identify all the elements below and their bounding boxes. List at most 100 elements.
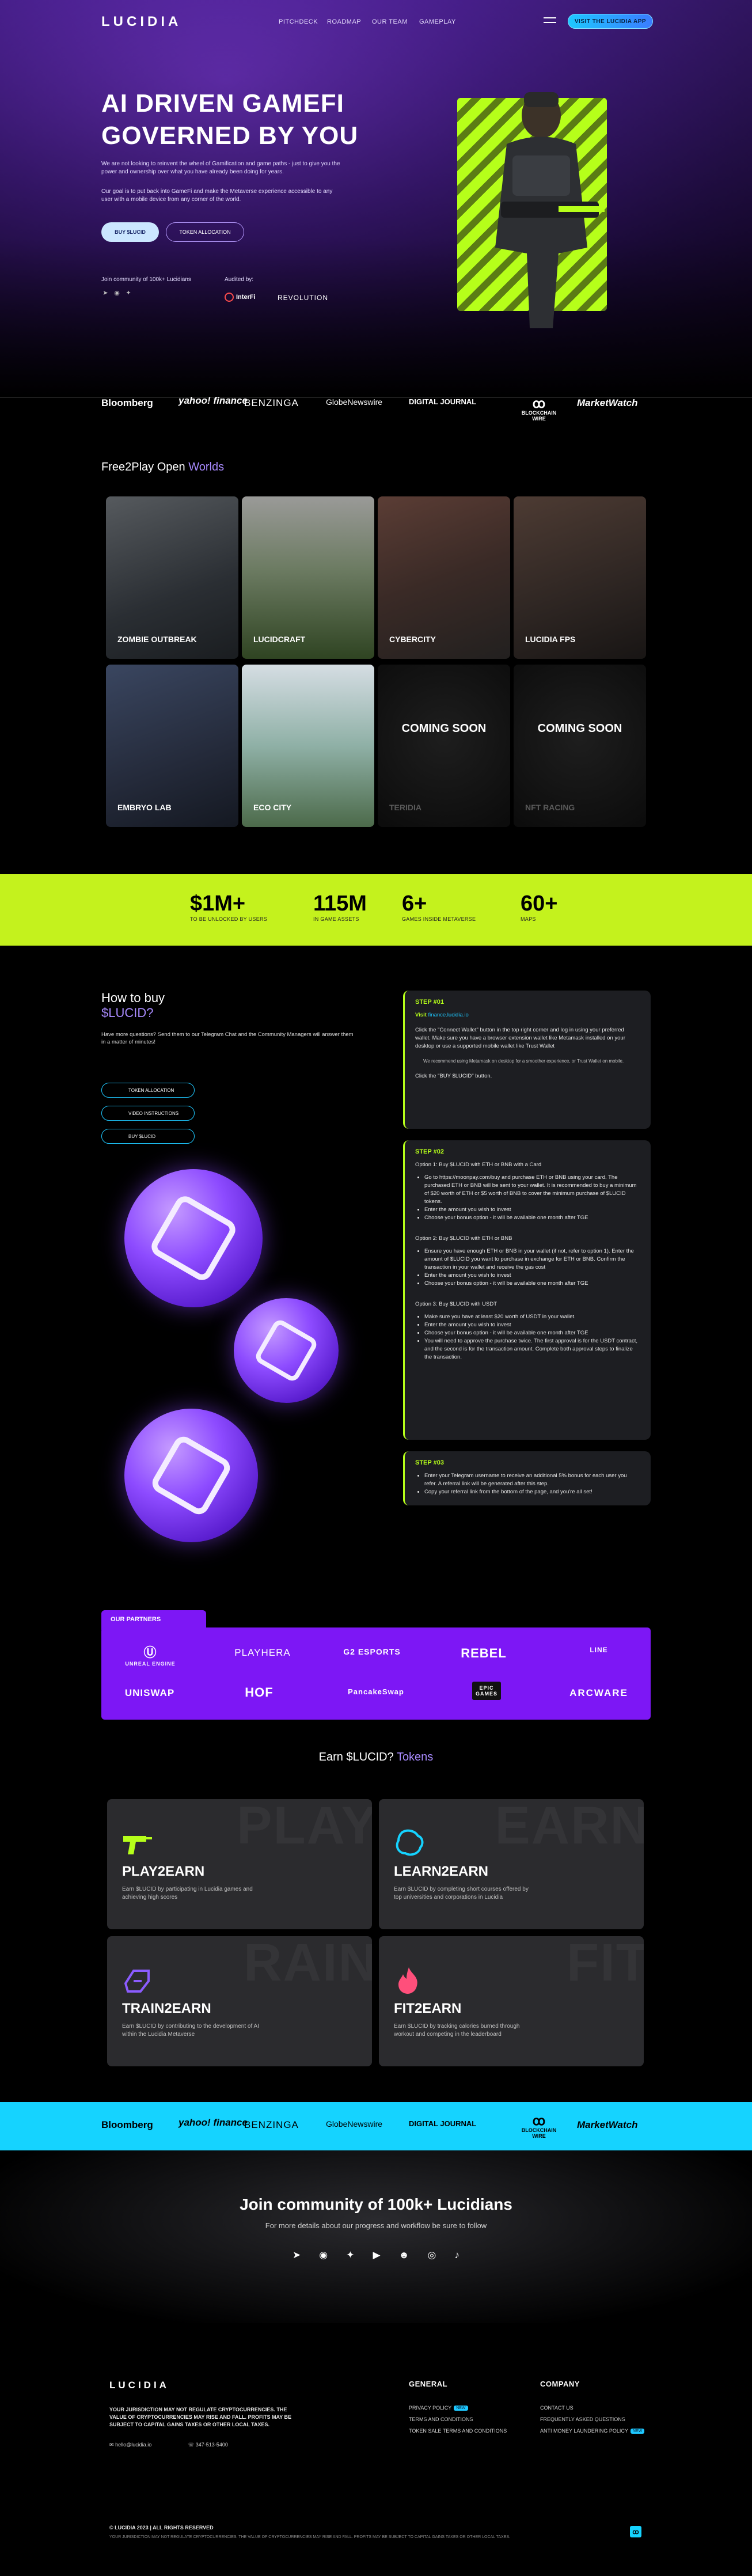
- how-intro: Have more questions? Send them to our Te…: [101, 1031, 354, 1045]
- reddit-icon[interactable]: ☻: [399, 2249, 409, 2261]
- community-title: Join community of 100k+ Lucidians: [240, 2195, 512, 2213]
- world-tile-lucidia-fps[interactable]: LUCIDIA FPS: [514, 496, 646, 659]
- partner-line: LINE: [590, 1646, 608, 1654]
- finance-link[interactable]: finance.lucidia.io: [428, 1012, 469, 1018]
- instagram-icon[interactable]: ◎: [428, 2249, 436, 2261]
- footer-disclaimer: YOUR JURISDICTION MAY NOT REGULATE CRYPT…: [109, 2407, 292, 2427]
- hero-title-line1: AI DRIVEN GAMEFI: [101, 89, 344, 117]
- community-glow: [0, 2150, 752, 2323]
- community-subtitle: For more details about our progress and …: [265, 2221, 487, 2230]
- nav-link-team[interactable]: OUR TEAM: [372, 18, 408, 25]
- chip-icon: [124, 1970, 150, 1993]
- world-tile-cybercity[interactable]: CYBERCITY: [378, 496, 510, 659]
- press-blockchain-wire-2: ꝏ BLOCKCHAIN WIRE: [516, 2115, 562, 2139]
- footer-link-faq[interactable]: FREQUENTLY ASKED QUESTIONS: [540, 2416, 625, 2422]
- earn-card-fit2earn[interactable]: FIT FIT2EARN Earn $LUCID by tracking cal…: [379, 1936, 644, 2066]
- press-marketwatch-2: MarketWatch: [577, 2119, 638, 2130]
- world-tile-nft-racing[interactable]: COMING SOON NFT RACING: [514, 665, 646, 827]
- blockchain-wire-icon: ꝏ: [532, 396, 546, 411]
- footer-logo[interactable]: LUCIDIA: [109, 2380, 169, 2391]
- press-bloomberg: Bloomberg: [101, 397, 153, 408]
- press-digital-journal: DIGITAL JOURNAL: [409, 397, 477, 406]
- partner-playhera: PLAYHERA: [234, 1647, 291, 1658]
- soldier-character-image: [495, 92, 605, 328]
- press-digital-journal-2: DIGITAL JOURNAL: [409, 2119, 477, 2128]
- world-tile-eco-city[interactable]: ECO CITY: [242, 665, 374, 827]
- stat-unlocked: $1M+ TO BE UNLOCKED BY USERS: [190, 891, 268, 922]
- lucidia-app-icon[interactable]: ꝏ: [630, 2526, 641, 2537]
- phone-icon: ☏: [188, 2442, 195, 2448]
- blockchain-wire-icon: ꝏ: [532, 2114, 546, 2128]
- nav-link-pitchdeck[interactable]: PITCHDECK: [279, 18, 318, 25]
- twitter-icon[interactable]: ✦: [346, 2249, 354, 2261]
- footer-link-terms[interactable]: TERMS AND CONDITIONS: [409, 2416, 473, 2422]
- earn-card-train2earn[interactable]: RAIN TRAIN2EARN Earn $LUCID by contribut…: [107, 1936, 372, 2066]
- footer-copyright: © LUCIDIA 2023 | ALL RIGHTS RESERVED: [109, 2525, 214, 2531]
- world-tile-embryo-lab[interactable]: EMBRYO LAB: [106, 665, 238, 827]
- hero-join-text: Join community of 100k+ Lucidians: [101, 276, 191, 283]
- page-root: LUCIDIA PITCHDECK ROADMAP OUR TEAM GAMEP…: [0, 0, 752, 2576]
- press-yahoo-2: yahoo! finance: [178, 2117, 248, 2128]
- token-allocation-button[interactable]: TOKEN ALLOCATION: [166, 222, 244, 242]
- earn-card-learn2earn[interactable]: EARN LEARN2EARN Earn $LUCID by completin…: [379, 1799, 644, 1929]
- mail-icon: ✉: [109, 2442, 114, 2448]
- earn-card-play2earn[interactable]: PLAY PLAY2EARN Earn $LUCID by participat…: [107, 1799, 372, 1929]
- telegram-icon[interactable]: ➤: [101, 289, 109, 297]
- new-badge: NEW: [454, 2406, 468, 2411]
- footer-phone[interactable]: ☏ 347-513-5400: [188, 2442, 228, 2448]
- youtube-icon[interactable]: ▶: [373, 2249, 380, 2261]
- press-bloomberg-2: Bloomberg: [101, 2119, 153, 2130]
- menu-icon[interactable]: [544, 17, 556, 23]
- footer-link-token-sale-terms[interactable]: TOKEN SALE TERMS AND CONDITIONS: [409, 2428, 507, 2434]
- earn-title: Earn $LUCID? Tokens: [318, 1751, 434, 1763]
- world-tile-lucidcraft[interactable]: LUCIDCRAFT: [242, 496, 374, 659]
- discord-icon[interactable]: ◉: [319, 2249, 328, 2261]
- step-1-card: STEP #01 Visit finance.lucidia.io Click …: [403, 991, 651, 1129]
- footer-link-privacy[interactable]: PRIVACY POLICY NEW: [409, 2405, 468, 2411]
- press-benzinga: BENZINGA: [244, 397, 299, 408]
- tiktok-icon[interactable]: ♪: [454, 2249, 459, 2261]
- blaster-icon: [123, 1836, 152, 1854]
- telegram-icon[interactable]: ➤: [293, 2249, 301, 2261]
- partner-pancakeswap: PancakeSwap: [348, 1687, 404, 1696]
- nav-link-roadmap[interactable]: ROADMAP: [327, 18, 361, 25]
- hero-title-line2: GOVERNED BY YOU: [101, 122, 359, 150]
- audited-by-label: Audited by:: [225, 276, 254, 283]
- partners-tab: OUR PARTNERS: [101, 1610, 206, 1630]
- step-3-card: STEP #03 Enter your Telegram username to…: [403, 1451, 651, 1505]
- partners-panel: [101, 1627, 651, 1720]
- site-logo[interactable]: LUCIDIA: [101, 14, 181, 30]
- hero-paragraph-2: Our goal is to put back into GameFi and …: [101, 188, 333, 203]
- stat-assets: 115M IN GAME ASSETS: [313, 891, 367, 922]
- buy-lucid-side-button[interactable]: BUY $LUCID: [101, 1129, 195, 1144]
- partner-unreal-engine: Ⓤ UNREAL ENGINE: [124, 1642, 176, 1667]
- partner-arcware: ARCWARE: [569, 1687, 628, 1698]
- footer-general-heading: GENERAL: [409, 2380, 448, 2388]
- press-globenewswire: GlobeNewswire: [326, 397, 383, 407]
- new-badge: NEW: [630, 2429, 645, 2434]
- press-marketwatch: MarketWatch: [577, 397, 638, 408]
- video-instructions-button[interactable]: VIDEO INSTRUCTIONS: [101, 1106, 195, 1121]
- stat-games: 6+ GAMES INSIDE METAVERSE: [402, 891, 476, 922]
- press-globenewswire-2: GlobeNewswire: [326, 2119, 383, 2129]
- partner-epic-games: EPIC GAMES: [472, 1682, 501, 1700]
- community-social-links: ➤ ◉ ✦ ▶ ☻ ◎ ♪: [293, 2249, 459, 2261]
- coming-soon-label: COMING SOON: [537, 722, 622, 735]
- visit-app-button[interactable]: VISIT THE LUCIDIA APP: [568, 14, 653, 29]
- footer-company-heading: COMPANY: [540, 2380, 580, 2388]
- twitter-icon[interactable]: ✦: [124, 289, 132, 297]
- buy-lucid-button[interactable]: BUY $LUCID: [101, 222, 159, 242]
- nav-link-gameplay[interactable]: GAMEPLAY: [419, 18, 456, 25]
- world-tile-teridia[interactable]: COMING SOON TERIDIA: [378, 665, 510, 827]
- footer-fine-print: YOUR JURISDICTION MAY NOT REGULATE CRYPT…: [109, 2535, 511, 2539]
- stats-banner: [0, 874, 752, 946]
- discord-icon[interactable]: ◉: [113, 289, 121, 297]
- how-to-buy-title: How to buy $LUCID?: [101, 991, 165, 1020]
- world-tile-zombie-outbreak[interactable]: ZOMBIE OUTBREAK: [106, 496, 238, 659]
- footer-email[interactable]: ✉ hello@lucidia.io: [109, 2442, 151, 2448]
- footer-link-aml[interactable]: ANTI MONEY LAUNDERING POLICY NEW: [540, 2428, 645, 2434]
- footer-link-contact[interactable]: CONTACT US: [540, 2405, 574, 2411]
- revolution-logo: REVOLUTION: [278, 294, 329, 302]
- unreal-icon: Ⓤ: [143, 1645, 157, 1660]
- token-allocation-side-button[interactable]: TOKEN ALLOCATION: [101, 1083, 195, 1098]
